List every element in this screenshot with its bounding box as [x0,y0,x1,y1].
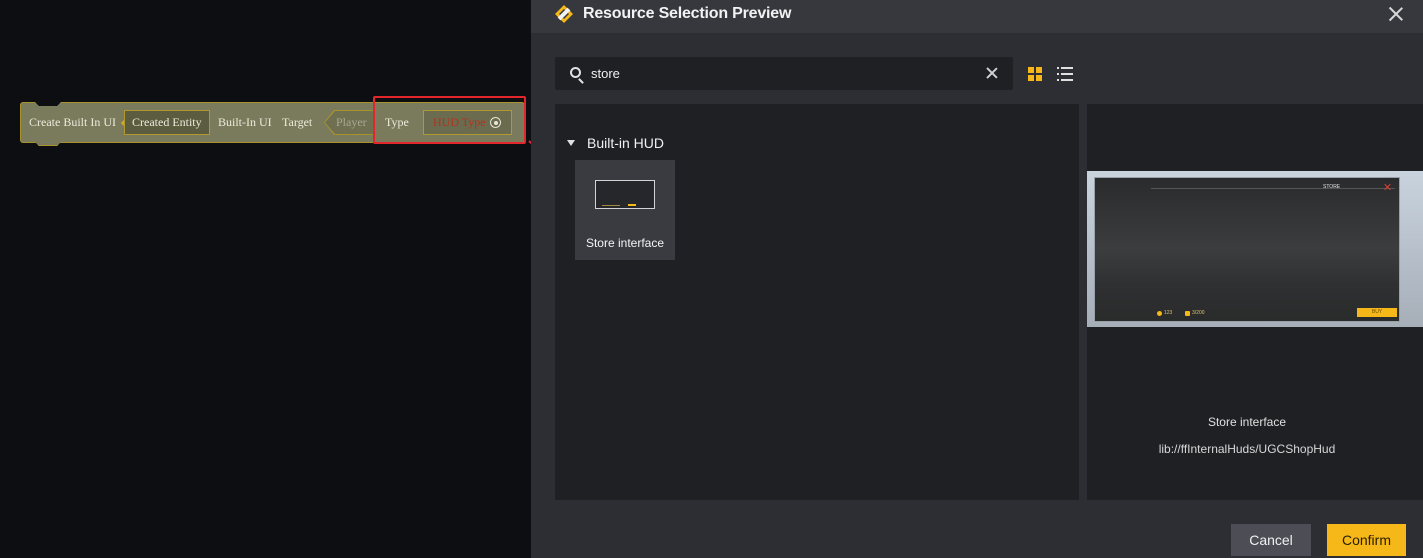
target-label: Target [282,115,313,129]
preview-coin-value: 123 [1164,310,1173,316]
thumb-detail [628,204,636,206]
thumb-detail [602,205,620,206]
node-title: Create Built In UI [29,115,116,129]
resource-path: lib://ffInternalHuds/UGCShopHud [1158,442,1336,456]
preview-topbar: STORE [1151,182,1395,190]
graph-canvas[interactable]: Create Built In UI Created Entity Built-… [0,0,531,558]
target-player-input[interactable]: Player [325,111,373,134]
clear-search-icon[interactable] [986,67,998,79]
cancel-button[interactable]: Cancel [1231,524,1311,556]
preview-screen: STORE 123 3/200 BUY [1094,177,1400,322]
preview-panel: STORE 123 3/200 BUY Store interface lib:… [1087,104,1423,500]
collapse-triangle-icon[interactable] [567,140,575,146]
preview-store-title: STORE [1323,184,1341,190]
search-icon [570,67,581,78]
node-notch [35,102,61,106]
store-thumbnail [595,180,655,209]
close-icon[interactable] [1387,5,1405,23]
dialog-titlebar: Resource Selection Preview [531,0,1423,33]
highlight-annotation [373,96,526,144]
resource-card-store-interface[interactable]: Store interface [575,160,675,260]
resource-name: Store interface [1207,415,1287,429]
created-entity-output[interactable]: Created Entity [124,110,210,135]
resource-selection-dialog: Resource Selection Preview Built-in HUD … [531,0,1423,558]
preview-close-icon [1384,183,1391,190]
list-view-icon[interactable] [1057,66,1073,82]
resource-card-label: Store interface [585,236,665,250]
resource-list-panel: Built-in HUD Store interface [555,104,1079,500]
bag-icon [1185,311,1190,316]
app-logo-icon [555,5,573,23]
search-bar [555,57,1013,90]
builtin-ui-label: Built-In UI [218,115,272,129]
node-tab [35,142,61,146]
preview-image: STORE 123 3/200 BUY [1087,171,1423,327]
confirm-button[interactable]: Confirm [1327,524,1406,556]
grid-view-icon[interactable] [1028,67,1042,81]
preview-buy-button: BUY [1357,308,1397,317]
coin-icon [1157,311,1162,316]
preview-capacity-value: 3/200 [1192,310,1205,316]
section-label: Built-in HUD [587,135,665,151]
dialog-title: Resource Selection Preview [583,5,792,22]
search-input[interactable] [591,57,971,90]
